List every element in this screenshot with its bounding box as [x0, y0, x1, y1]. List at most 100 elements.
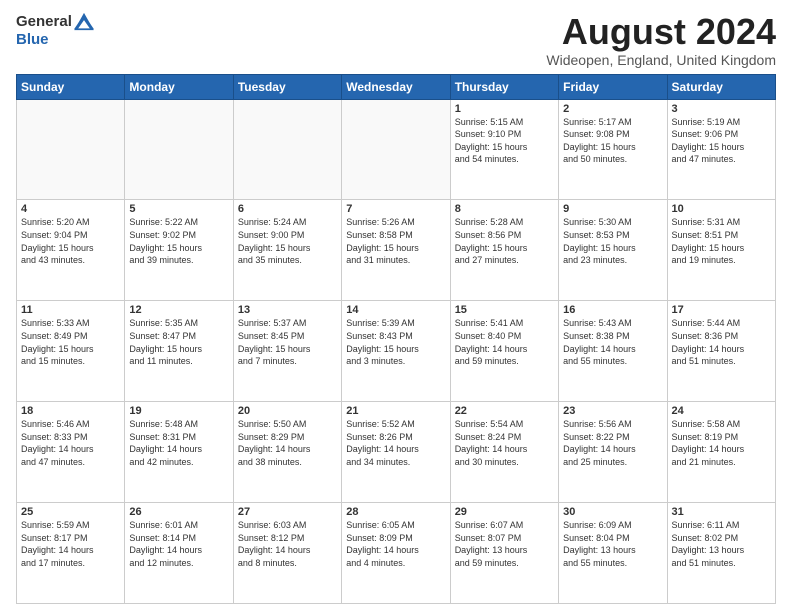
day-info: Sunrise: 5:31 AM Sunset: 8:51 PM Dayligh… — [672, 216, 771, 266]
table-row: 16Sunrise: 5:43 AM Sunset: 8:38 PM Dayli… — [559, 301, 667, 402]
day-number: 14 — [346, 304, 445, 316]
col-tuesday: Tuesday — [233, 74, 341, 99]
day-number: 13 — [238, 304, 337, 316]
table-row: 3Sunrise: 5:19 AM Sunset: 9:06 PM Daylig… — [667, 99, 775, 200]
logo-blue-text: Blue — [16, 32, 94, 49]
table-row: 18Sunrise: 5:46 AM Sunset: 8:33 PM Dayli… — [17, 402, 125, 503]
table-row: 20Sunrise: 5:50 AM Sunset: 8:29 PM Dayli… — [233, 402, 341, 503]
day-number: 30 — [563, 506, 662, 518]
table-row: 13Sunrise: 5:37 AM Sunset: 8:45 PM Dayli… — [233, 301, 341, 402]
day-info: Sunrise: 5:58 AM Sunset: 8:19 PM Dayligh… — [672, 418, 771, 468]
title-section: August 2024 Wideopen, England, United Ki… — [546, 12, 776, 68]
day-info: Sunrise: 5:52 AM Sunset: 8:26 PM Dayligh… — [346, 418, 445, 468]
day-info: Sunrise: 5:19 AM Sunset: 9:06 PM Dayligh… — [672, 116, 771, 166]
day-info: Sunrise: 6:03 AM Sunset: 8:12 PM Dayligh… — [238, 519, 337, 569]
day-info: Sunrise: 5:59 AM Sunset: 8:17 PM Dayligh… — [21, 519, 120, 569]
page: General Blue August 2024 Wideopen, Engla… — [0, 0, 792, 612]
day-info: Sunrise: 6:05 AM Sunset: 8:09 PM Dayligh… — [346, 519, 445, 569]
day-info: Sunrise: 5:20 AM Sunset: 9:04 PM Dayligh… — [21, 216, 120, 266]
col-friday: Friday — [559, 74, 667, 99]
logo: General Blue — [16, 12, 94, 49]
day-info: Sunrise: 5:33 AM Sunset: 8:49 PM Dayligh… — [21, 317, 120, 367]
col-thursday: Thursday — [450, 74, 558, 99]
table-row: 31Sunrise: 6:11 AM Sunset: 8:02 PM Dayli… — [667, 503, 775, 604]
day-number: 24 — [672, 405, 771, 417]
header: General Blue August 2024 Wideopen, Engla… — [16, 12, 776, 68]
calendar-table: Sunday Monday Tuesday Wednesday Thursday… — [16, 74, 776, 604]
table-row: 21Sunrise: 5:52 AM Sunset: 8:26 PM Dayli… — [342, 402, 450, 503]
day-number: 10 — [672, 203, 771, 215]
day-info: Sunrise: 5:37 AM Sunset: 8:45 PM Dayligh… — [238, 317, 337, 367]
day-info: Sunrise: 5:22 AM Sunset: 9:02 PM Dayligh… — [129, 216, 228, 266]
table-row: 27Sunrise: 6:03 AM Sunset: 8:12 PM Dayli… — [233, 503, 341, 604]
table-row: 23Sunrise: 5:56 AM Sunset: 8:22 PM Dayli… — [559, 402, 667, 503]
day-info: Sunrise: 5:50 AM Sunset: 8:29 PM Dayligh… — [238, 418, 337, 468]
day-number: 27 — [238, 506, 337, 518]
table-row: 4Sunrise: 5:20 AM Sunset: 9:04 PM Daylig… — [17, 200, 125, 301]
day-number: 29 — [455, 506, 554, 518]
day-number: 9 — [563, 203, 662, 215]
day-number: 16 — [563, 304, 662, 316]
table-row: 11Sunrise: 5:33 AM Sunset: 8:49 PM Dayli… — [17, 301, 125, 402]
table-row: 10Sunrise: 5:31 AM Sunset: 8:51 PM Dayli… — [667, 200, 775, 301]
day-number: 4 — [21, 203, 120, 215]
day-info: Sunrise: 5:24 AM Sunset: 9:00 PM Dayligh… — [238, 216, 337, 266]
day-number: 8 — [455, 203, 554, 215]
calendar-week-row: 1Sunrise: 5:15 AM Sunset: 9:10 PM Daylig… — [17, 99, 776, 200]
table-row: 25Sunrise: 5:59 AM Sunset: 8:17 PM Dayli… — [17, 503, 125, 604]
day-info: Sunrise: 5:48 AM Sunset: 8:31 PM Dayligh… — [129, 418, 228, 468]
day-info: Sunrise: 5:26 AM Sunset: 8:58 PM Dayligh… — [346, 216, 445, 266]
calendar-week-row: 4Sunrise: 5:20 AM Sunset: 9:04 PM Daylig… — [17, 200, 776, 301]
table-row: 1Sunrise: 5:15 AM Sunset: 9:10 PM Daylig… — [450, 99, 558, 200]
col-saturday: Saturday — [667, 74, 775, 99]
table-row: 7Sunrise: 5:26 AM Sunset: 8:58 PM Daylig… — [342, 200, 450, 301]
logo-icon — [74, 12, 94, 32]
day-info: Sunrise: 5:28 AM Sunset: 8:56 PM Dayligh… — [455, 216, 554, 266]
table-row — [342, 99, 450, 200]
table-row: 12Sunrise: 5:35 AM Sunset: 8:47 PM Dayli… — [125, 301, 233, 402]
col-wednesday: Wednesday — [342, 74, 450, 99]
calendar-week-row: 18Sunrise: 5:46 AM Sunset: 8:33 PM Dayli… — [17, 402, 776, 503]
table-row: 28Sunrise: 6:05 AM Sunset: 8:09 PM Dayli… — [342, 503, 450, 604]
day-number: 21 — [346, 405, 445, 417]
table-row: 26Sunrise: 6:01 AM Sunset: 8:14 PM Dayli… — [125, 503, 233, 604]
logo-general-text: General — [16, 14, 72, 31]
day-number: 5 — [129, 203, 228, 215]
day-info: Sunrise: 5:54 AM Sunset: 8:24 PM Dayligh… — [455, 418, 554, 468]
day-number: 31 — [672, 506, 771, 518]
col-sunday: Sunday — [17, 74, 125, 99]
day-info: Sunrise: 5:43 AM Sunset: 8:38 PM Dayligh… — [563, 317, 662, 367]
table-row: 17Sunrise: 5:44 AM Sunset: 8:36 PM Dayli… — [667, 301, 775, 402]
day-number: 1 — [455, 103, 554, 115]
day-number: 2 — [563, 103, 662, 115]
table-row — [17, 99, 125, 200]
day-number: 7 — [346, 203, 445, 215]
table-row: 29Sunrise: 6:07 AM Sunset: 8:07 PM Dayli… — [450, 503, 558, 604]
table-row: 22Sunrise: 5:54 AM Sunset: 8:24 PM Dayli… — [450, 402, 558, 503]
day-number: 3 — [672, 103, 771, 115]
day-info: Sunrise: 5:46 AM Sunset: 8:33 PM Dayligh… — [21, 418, 120, 468]
table-row: 6Sunrise: 5:24 AM Sunset: 9:00 PM Daylig… — [233, 200, 341, 301]
table-row: 9Sunrise: 5:30 AM Sunset: 8:53 PM Daylig… — [559, 200, 667, 301]
table-row: 14Sunrise: 5:39 AM Sunset: 8:43 PM Dayli… — [342, 301, 450, 402]
day-info: Sunrise: 6:11 AM Sunset: 8:02 PM Dayligh… — [672, 519, 771, 569]
day-number: 22 — [455, 405, 554, 417]
location-subtitle: Wideopen, England, United Kingdom — [546, 52, 776, 68]
day-info: Sunrise: 5:56 AM Sunset: 8:22 PM Dayligh… — [563, 418, 662, 468]
day-info: Sunrise: 6:01 AM Sunset: 8:14 PM Dayligh… — [129, 519, 228, 569]
day-number: 17 — [672, 304, 771, 316]
calendar-week-row: 25Sunrise: 5:59 AM Sunset: 8:17 PM Dayli… — [17, 503, 776, 604]
day-info: Sunrise: 5:44 AM Sunset: 8:36 PM Dayligh… — [672, 317, 771, 367]
day-number: 20 — [238, 405, 337, 417]
table-row — [125, 99, 233, 200]
day-info: Sunrise: 5:15 AM Sunset: 9:10 PM Dayligh… — [455, 116, 554, 166]
month-year-title: August 2024 — [546, 12, 776, 52]
table-row — [233, 99, 341, 200]
table-row: 8Sunrise: 5:28 AM Sunset: 8:56 PM Daylig… — [450, 200, 558, 301]
col-monday: Monday — [125, 74, 233, 99]
table-row: 2Sunrise: 5:17 AM Sunset: 9:08 PM Daylig… — [559, 99, 667, 200]
day-info: Sunrise: 6:09 AM Sunset: 8:04 PM Dayligh… — [563, 519, 662, 569]
day-number: 12 — [129, 304, 228, 316]
day-info: Sunrise: 5:30 AM Sunset: 8:53 PM Dayligh… — [563, 216, 662, 266]
table-row: 15Sunrise: 5:41 AM Sunset: 8:40 PM Dayli… — [450, 301, 558, 402]
